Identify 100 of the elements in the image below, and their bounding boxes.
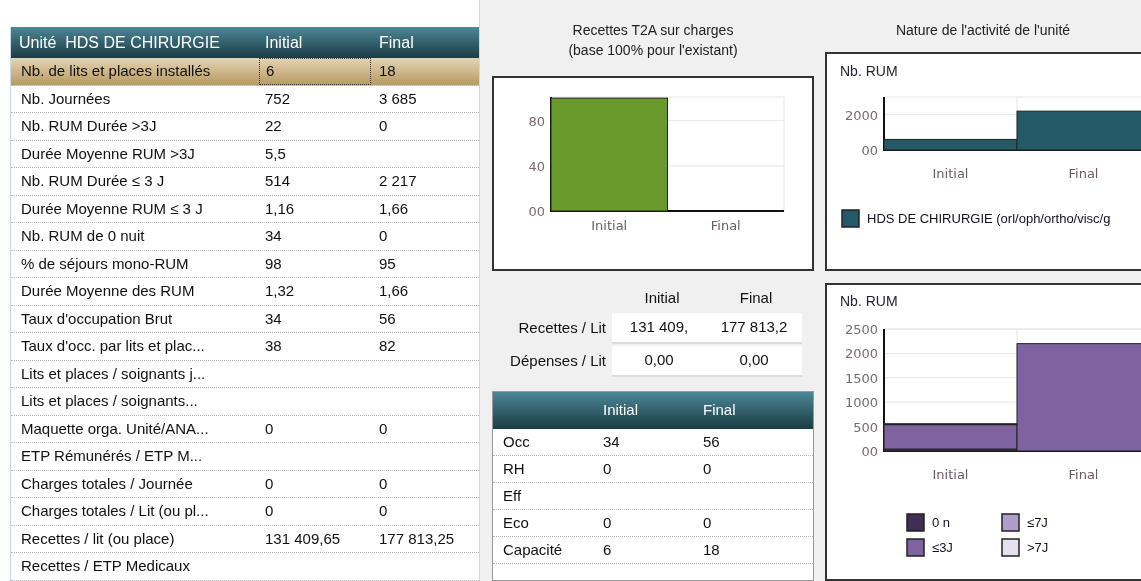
table-cell-text: 34: [264, 226, 283, 246]
column-header: Initial: [643, 287, 681, 308]
table-cell-text: 0: [378, 226, 389, 246]
axis-tick-label: 40: [528, 158, 545, 174]
table-cell-text: 18: [703, 539, 721, 560]
table-cell-text: Capacité: [502, 539, 564, 560]
axis-tick-label: 2000: [844, 107, 878, 123]
table-cell-text: 34: [603, 431, 621, 452]
axis-tick-label: 500: [853, 419, 878, 435]
table-cell-text: Nb. RUM Durée ≤ 3 J: [20, 171, 166, 191]
table-cell-text: 1,32: [264, 281, 296, 301]
axis-tick-label: 1500: [844, 370, 878, 386]
axis-tick-label: 1000: [844, 395, 878, 411]
legend-label: ≤3J: [932, 540, 953, 555]
category-label: Final: [1068, 467, 1099, 482]
table-cell-text: Taux d'occupation Brut: [20, 308, 174, 329]
column-header: Final: [378, 32, 415, 53]
table-cell-text: 22: [264, 116, 283, 136]
value-cell: 0,00: [612, 346, 706, 377]
row-label: Recettes / Lit: [517, 318, 607, 339]
table-cell-text: 95: [378, 253, 397, 274]
table-cell-text: Nb. RUM de 0 nuit: [20, 226, 146, 246]
table-cell-text: 1,16: [264, 198, 296, 219]
category-label: Final: [1068, 166, 1099, 181]
table-cell-text: Recettes / ETP Medicaux: [20, 556, 191, 576]
column-header: Final: [738, 287, 774, 308]
table-cell-text: RH: [502, 458, 526, 479]
table-cell-text: 82: [378, 336, 397, 356]
table-cell-text: 0: [703, 458, 713, 479]
table-cell-text: 0: [378, 473, 389, 494]
table-cell-text: 0: [703, 512, 713, 533]
table-cell-text: Durée Moyenne RUM >3J: [20, 143, 196, 164]
table-cell-text: 0: [264, 418, 275, 439]
table-cell-text: 0: [603, 512, 613, 533]
category-label: Final: [710, 218, 741, 233]
table-cell-text: 0: [603, 458, 613, 479]
table-cell-text: ETP Rémunérés / ETP M...: [20, 446, 204, 466]
axis-tick-label: 00: [861, 444, 878, 459]
table-cell-text: Occ: [502, 431, 531, 452]
table-cell-text: 56: [378, 308, 397, 329]
table-cell-text: 0: [264, 501, 275, 521]
row-label: Dépenses / Lit: [509, 351, 607, 372]
table-cell-text: Nb. de lits et places installés: [20, 61, 212, 81]
chart-title: Recettes T2A sur charges (base 100% pour l'existant): [567, 21, 739, 60]
table-cell-text: Lits et places / soignants j...: [20, 363, 207, 384]
table-cell-text: 0: [264, 473, 275, 494]
table-cell-text: 0: [378, 501, 389, 521]
table-cell-text: 6: [603, 539, 613, 560]
table-cell-text: Maquette orga. Unité/ANA...: [20, 418, 210, 439]
table-cell-text: 2 217: [378, 171, 418, 191]
table-cell-text: Eff: [502, 485, 523, 506]
table-cell-text: % de séjours mono-RUM: [20, 253, 190, 274]
table-cell-text: 514: [264, 171, 292, 191]
table-cell-text: Nb. Journées: [20, 88, 112, 109]
table-cell-text: 98: [264, 253, 283, 274]
table-cell-text: Charges totales / Journée: [20, 473, 194, 494]
category-label: Initial: [591, 218, 628, 233]
table-cell-text: Durée Moyenne RUM ≤ 3 J: [20, 198, 204, 219]
table-cell-text: Eco: [502, 512, 530, 533]
table-cell-text: 38: [264, 336, 283, 356]
table-cell-text: 1,66: [378, 198, 410, 219]
value-cell: 177 813,2: [706, 313, 802, 344]
category-label: Initial: [932, 166, 969, 181]
table-cell-text: Lits et places / soignants...: [20, 391, 199, 411]
table-cell-text: Charges totales / Lit (ou pl...: [20, 501, 210, 521]
legend-label: 0 n: [932, 515, 951, 530]
table-cell-text: 1,66: [378, 281, 410, 301]
table-cell-text: Nb. RUM Durée >3J: [20, 116, 158, 136]
legend-label: >7J: [1027, 540, 1049, 555]
table-cell-text: Durée Moyenne des RUM: [20, 281, 196, 301]
table-cell-text: 5,5: [264, 143, 287, 164]
value-cell: 131 409,: [612, 313, 706, 344]
table-cell-text: 56: [703, 431, 721, 452]
value-cell: 0,00: [706, 346, 802, 377]
column-header: Final: [703, 400, 737, 421]
table-cell-text: 34: [264, 308, 283, 329]
table-cell-text: 177 813,25: [378, 528, 456, 549]
axis-tick-label: 2500: [844, 322, 878, 337]
column-header: Initial: [603, 400, 640, 421]
axis-tick-label: 00: [861, 143, 878, 158]
axis-title: Nb. RUM: [840, 63, 898, 79]
table-cell-text: 18: [378, 61, 397, 81]
axis-tick-label: 80: [528, 113, 545, 129]
table-cell-text: 0: [378, 418, 389, 439]
table-cell-text: 3 685: [378, 88, 418, 109]
category-label: Initial: [932, 467, 969, 482]
axis-tick-label: 2000: [844, 346, 878, 362]
table-cell-text: Recettes / lit (ou place): [20, 528, 176, 549]
axis-title: Nb. RUM: [840, 293, 898, 309]
table-cell-text: 0: [378, 116, 389, 136]
table-cell-text: Taux d'occ. par lits et plac...: [20, 336, 206, 356]
legend-label: ≤7J: [1027, 515, 1048, 530]
column-header: Unité HDS DE CHIRURGIE: [18, 32, 221, 53]
table-cell-text: 752: [264, 88, 292, 109]
column-header: Initial: [264, 32, 304, 53]
table-cell-text: 131 409,65: [264, 528, 342, 549]
panel-title: Nature de l'activité de l'unité: [894, 21, 1072, 40]
legend-label: HDS DE CHIRURGIE (orl/oph/ortho/visc/g: [867, 211, 1111, 226]
axis-tick-label: 00: [528, 204, 545, 219]
table-cell: 6: [259, 58, 371, 85]
